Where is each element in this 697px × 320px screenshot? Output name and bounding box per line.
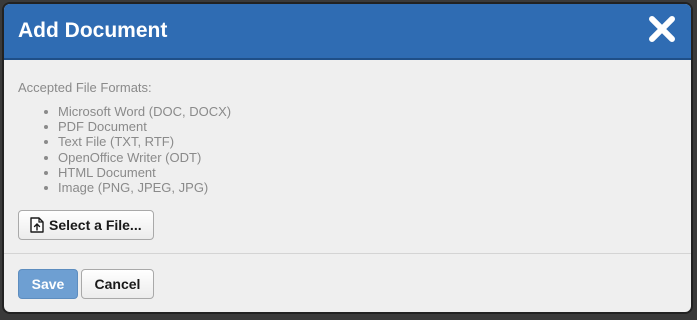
formats-list: Microsoft Word (DOC, DOCX) PDF Document … (18, 104, 231, 195)
list-item: PDF Document (18, 119, 231, 134)
bullet-icon (44, 170, 48, 175)
select-file-label: Select a File... (49, 217, 142, 233)
list-item: Text File (TXT, RTF) (18, 134, 231, 149)
bullet-icon (44, 185, 48, 190)
bullet-icon (44, 155, 48, 160)
format-label: OpenOffice Writer (ODT) (58, 149, 202, 165)
close-button[interactable] (647, 14, 677, 44)
add-document-dialog: Add Document Accepted File Formats: Micr… (2, 2, 693, 314)
format-label: HTML Document (58, 164, 156, 180)
dialog-title: Add Document (18, 19, 168, 42)
list-item: Microsoft Word (DOC, DOCX) (18, 104, 231, 119)
dialog-footer: Save Cancel (4, 254, 691, 312)
close-icon[interactable] (647, 14, 677, 44)
format-label: Image (PNG, JPEG, JPG) (58, 179, 209, 195)
accepted-formats-label: Accepted File Formats: (18, 80, 152, 95)
bullet-icon (44, 125, 48, 130)
save-button[interactable]: Save (18, 269, 78, 299)
file-upload-icon (30, 217, 44, 233)
format-label: Text File (TXT, RTF) (58, 134, 175, 150)
bullet-icon (44, 140, 48, 145)
select-file-button[interactable]: Select a File... (18, 210, 154, 240)
cancel-button[interactable]: Cancel (81, 269, 154, 299)
dialog-header: Add Document (4, 4, 691, 60)
format-label: PDF Document (58, 119, 147, 135)
list-item: OpenOffice Writer (ODT) (18, 150, 231, 165)
list-item: Image (PNG, JPEG, JPG) (18, 180, 231, 195)
bullet-icon (44, 110, 48, 114)
format-label: Microsoft Word (DOC, DOCX) (58, 104, 232, 119)
list-item: HTML Document (18, 165, 231, 180)
dialog-content: Accepted File Formats: Microsoft Word (D… (4, 60, 691, 254)
